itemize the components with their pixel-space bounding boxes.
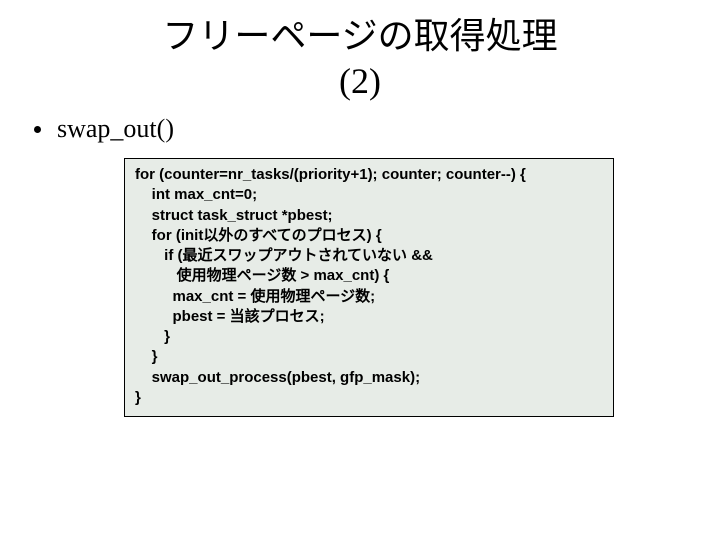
title-line-1: フリーページの取得処理 [162,16,557,56]
code-line: if (最近スワップアウトされていない && [135,247,433,264]
bullet-item: swap_out() [34,114,686,144]
code-line: int max_cnt=0; [135,186,257,203]
bullet-text: swap_out() [57,114,174,144]
code-line: 使用物理ページ数 > max_cnt) { [135,267,389,284]
slide: フリーページの取得処理 (2) swap_out() for (counter=… [0,0,720,540]
code-line: } [135,328,170,345]
slide-title: フリーページの取得処理 (2) [0,0,720,104]
code-line: pbest = 当該プロセス; [135,308,325,325]
code-line: for (counter=nr_tasks/(priority+1); coun… [135,166,526,183]
code-line: } [135,348,158,365]
bullet-icon [34,126,41,133]
code-box: for (counter=nr_tasks/(priority+1); coun… [124,158,614,417]
code-line: swap_out_process(pbest, gfp_mask); [135,369,420,386]
title-line-2: (2) [339,61,381,101]
code-block: for (counter=nr_tasks/(priority+1); coun… [135,165,603,408]
code-line: max_cnt = 使用物理ページ数; [135,288,375,305]
slide-body: swap_out() for (counter=nr_tasks/(priori… [0,104,720,417]
code-line: } [135,389,141,406]
code-line: for (init以外のすべてのプロセス) { [135,227,382,244]
code-line: struct task_struct *pbest; [135,207,333,224]
